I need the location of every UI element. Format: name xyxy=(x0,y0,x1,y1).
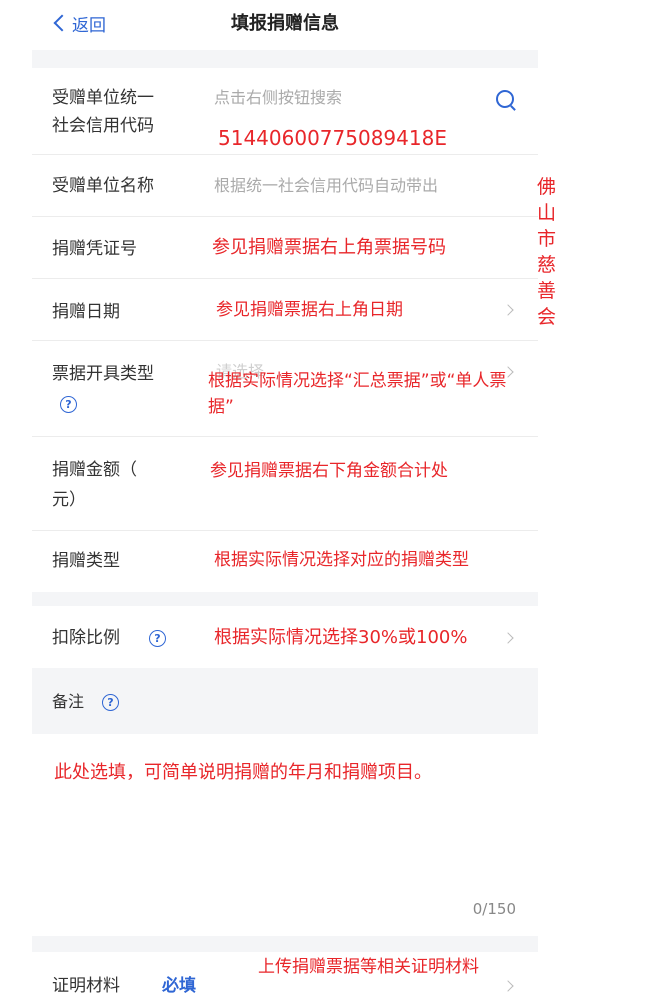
proof-label: 证明材料 xyxy=(52,976,120,996)
section-divider xyxy=(32,50,538,68)
invoice-type-label: 票据开具类型 xyxy=(52,364,154,384)
section-divider xyxy=(32,936,538,952)
deduction-ratio-label: 扣除比例 xyxy=(52,628,120,648)
voucher-number-label: 捐赠凭证号 xyxy=(52,239,137,259)
nav-header: 返回 填报捐赠信息 xyxy=(32,0,538,50)
field-unit-name: 受赠单位名称 根据统一社会信用代码自动带出 xyxy=(32,154,538,217)
remarks-char-counter: 0/150 xyxy=(472,900,516,918)
unit-name-placeholder: 根据统一社会信用代码自动带出 xyxy=(214,176,439,195)
field-donation-date[interactable]: 捐赠日期 参见捐赠票据右上角日期 xyxy=(32,278,538,341)
deduction-ratio-annotation: 根据实际情况选择30%或100% xyxy=(214,627,468,648)
invoice-type-annotation-line1: 根据实际情况选择“汇总票据”或“单人票 xyxy=(208,371,507,391)
unit-name-label: 受赠单位名称 xyxy=(52,176,154,196)
amount-annotation: 参见捐赠票据右下角金额合计处 xyxy=(210,461,448,481)
amount-label-line2: 元） xyxy=(52,490,86,510)
remarks-textarea[interactable]: 此处选填，可简单说明捐赠的年月和捐赠项目。 xyxy=(32,734,538,934)
unit-code-annotation: 51440600775089418E xyxy=(218,126,447,150)
unit-code-placeholder: 点击右侧按钮搜索 xyxy=(214,88,343,107)
amount-label-line1: 捐赠金额（ xyxy=(52,460,137,480)
form-screen: 返回 填报捐赠信息 受赠单位统一 社会信用代码 点击右侧按钮搜索 5144060… xyxy=(32,0,556,1002)
field-deduction-ratio[interactable]: 扣除比例 ? 根据实际情况选择30%或100% xyxy=(32,606,538,668)
required-badge: 必填 xyxy=(162,976,196,996)
donation-type-label: 捐赠类型 xyxy=(52,551,120,571)
help-icon[interactable]: ? xyxy=(149,630,166,647)
field-donation-type[interactable]: 捐赠类型 根据实际情况选择对应的捐赠类型 xyxy=(32,530,538,593)
field-unit-code[interactable]: 受赠单位统一 社会信用代码 点击右侧按钮搜索 51440600775089418… xyxy=(32,68,538,155)
chevron-right-icon xyxy=(502,980,514,992)
unit-code-label-line1: 受赠单位统一 xyxy=(52,88,154,108)
unit-name-annotation: 佛山市慈善会 xyxy=(537,176,557,328)
field-amount[interactable]: 捐赠金额（ 元） 参见捐赠票据右下角金额合计处 xyxy=(32,436,538,531)
section-divider xyxy=(32,592,538,606)
donation-date-annotation: 参见捐赠票据右上角日期 xyxy=(216,300,403,320)
help-icon[interactable]: ? xyxy=(60,396,77,413)
proof-annotation: 上传捐赠票据等相关证明材料 xyxy=(258,957,479,977)
donation-type-annotation: 根据实际情况选择对应的捐赠类型 xyxy=(214,550,469,570)
field-invoice-type[interactable]: 票据开具类型 ? 请选择 根据实际情况选择“汇总票据”或“单人票 据” xyxy=(32,340,538,437)
remarks-label: 备注 xyxy=(52,692,85,711)
field-voucher-number[interactable]: 捐赠凭证号 参见捐赠票据右上角票据号码 xyxy=(32,216,538,279)
help-icon[interactable]: ? xyxy=(102,694,119,711)
unit-code-label-line2: 社会信用代码 xyxy=(52,116,154,136)
remarks-annotation: 此处选填，可简单说明捐赠的年月和捐赠项目。 xyxy=(54,762,432,783)
search-icon[interactable] xyxy=(496,90,514,108)
page-title: 填报捐赠信息 xyxy=(231,13,339,34)
field-proof-materials[interactable]: 证明材料 必填 上传捐赠票据等相关证明材料 xyxy=(32,952,538,1002)
chevron-right-icon xyxy=(502,632,514,644)
donation-date-label: 捐赠日期 xyxy=(52,302,120,322)
remarks-header: 备注 ? xyxy=(32,668,538,734)
voucher-number-annotation: 参见捐赠票据右上角票据号码 xyxy=(212,237,446,258)
chevron-right-icon xyxy=(502,304,514,316)
invoice-type-annotation-line2: 据” xyxy=(208,397,234,417)
